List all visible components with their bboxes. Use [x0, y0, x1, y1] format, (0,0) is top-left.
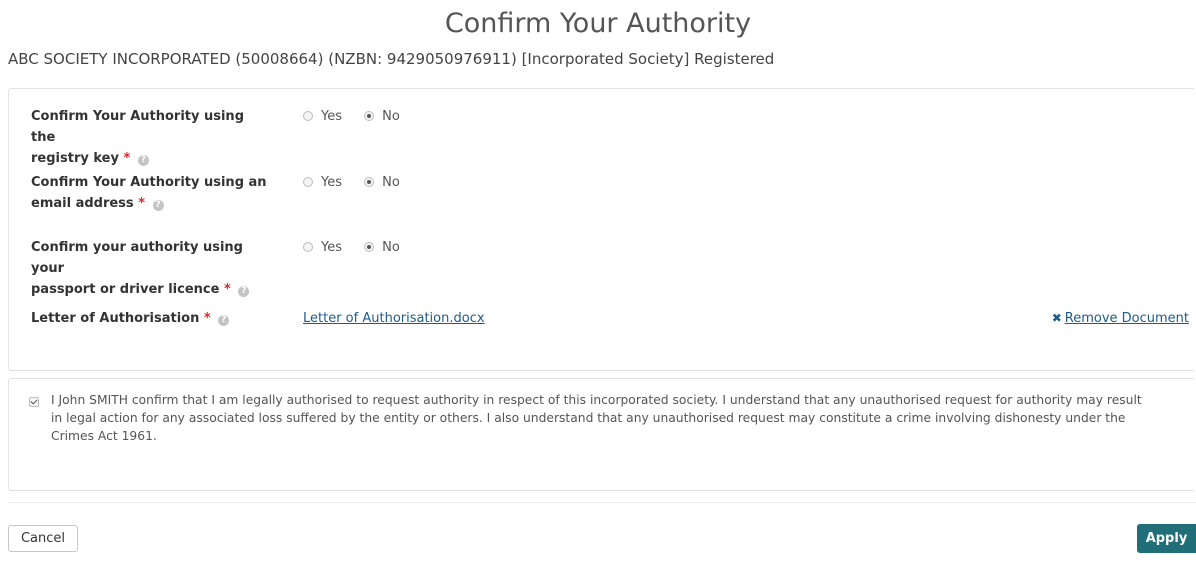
email-address-yes-option[interactable]: Yes [303, 172, 342, 193]
passport-licence-label-line2: passport or driver licence [31, 282, 220, 297]
help-icon[interactable]: ? [137, 155, 149, 166]
email-address-label: Confirm Your Authority using an email ad… [31, 172, 271, 214]
registry-key-label-line2: registry key [31, 151, 119, 166]
footer-divider [8, 502, 1196, 503]
apply-button[interactable]: Apply [1137, 524, 1196, 553]
help-icon[interactable]: ? [152, 200, 164, 211]
letter-of-authorisation-label: Letter of Authorisation * ? [31, 308, 271, 329]
radio-no-label: No [382, 109, 400, 124]
registry-key-yes-radio[interactable] [303, 111, 313, 121]
registry-key-radio-group: Yes No [303, 106, 418, 127]
passport-licence-no-option[interactable]: No [364, 237, 400, 258]
passport-licence-radio-group: Yes No [303, 237, 418, 258]
authority-form-panel: Confirm Your Authority using the registr… [8, 88, 1194, 371]
passport-licence-no-radio[interactable] [364, 242, 375, 252]
radio-yes-label: Yes [321, 109, 342, 124]
radio-yes-label: Yes [321, 175, 342, 190]
close-icon: ✖ [1051, 311, 1062, 325]
entity-summary: ABC SOCIETY INCORPORATED (50008664) (NZB… [8, 50, 775, 68]
page-title: Confirm Your Authority [444, 8, 752, 39]
declaration-text: I John SMITH confirm that I am legally a… [51, 393, 1142, 443]
remove-document-label: Remove Document [1064, 311, 1189, 326]
passport-licence-label-line1: Confirm your authority using your [31, 240, 243, 276]
required-marker: * [223, 282, 231, 297]
passport-licence-yes-radio[interactable] [303, 242, 313, 252]
letter-label-text: Letter of Authorisation [31, 311, 200, 326]
required-marker: * [138, 196, 146, 211]
radio-yes-label: Yes [321, 240, 342, 255]
letter-document-link[interactable]: Letter of Authorisation.docx [303, 308, 485, 329]
email-address-label-line1: Confirm Your Authority using an [31, 175, 267, 190]
help-icon[interactable]: ? [218, 315, 230, 326]
email-address-yes-radio[interactable] [303, 177, 313, 187]
remove-document-link[interactable]: ✖ Remove Document [1052, 308, 1189, 329]
declaration-panel: I John SMITH confirm that I am legally a… [8, 378, 1194, 491]
registry-key-label: Confirm Your Authority using the registr… [31, 106, 271, 169]
passport-licence-label: Confirm your authority using your passpo… [31, 237, 271, 300]
help-icon[interactable]: ? [238, 286, 250, 297]
email-address-no-option[interactable]: No [364, 172, 400, 193]
passport-licence-yes-option[interactable]: Yes [303, 237, 342, 258]
email-address-no-radio[interactable] [364, 177, 375, 187]
email-address-radio-group: Yes No [303, 172, 418, 193]
required-marker: * [203, 311, 211, 326]
cancel-button[interactable]: Cancel [8, 525, 78, 552]
registry-key-yes-option[interactable]: Yes [303, 106, 342, 127]
declaration-checkbox[interactable] [29, 397, 39, 407]
registry-key-label-line1: Confirm Your Authority using the [31, 109, 244, 145]
email-address-label-line2: email address [31, 196, 134, 211]
required-marker: * [123, 151, 131, 166]
radio-no-label: No [382, 240, 400, 255]
radio-no-label: No [382, 175, 400, 190]
registry-key-no-option[interactable]: No [364, 106, 400, 127]
registry-key-no-radio[interactable] [364, 111, 375, 121]
